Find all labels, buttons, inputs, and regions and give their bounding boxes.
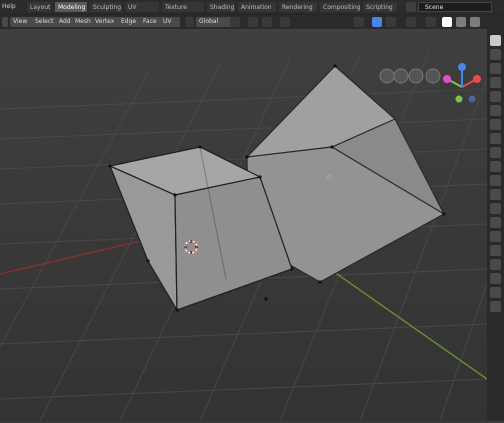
particles-icon[interactable]: [490, 161, 501, 172]
collection-icon[interactable]: [490, 119, 501, 130]
overlay-icon[interactable]: [386, 17, 396, 27]
scene-field[interactable]: Scene: [418, 2, 492, 12]
data-icon[interactable]: [490, 203, 501, 214]
tab-shading[interactable]: Shading: [206, 1, 236, 13]
shading-rendered-icon[interactable]: [470, 17, 480, 27]
pivot-icon[interactable]: [230, 17, 240, 27]
viewport-scene: [0, 29, 504, 422]
shading-solid-icon[interactable]: [442, 17, 452, 27]
constraint-2-icon[interactable]: [490, 273, 501, 284]
properties-sidebar: [487, 29, 504, 421]
shader-icon[interactable]: [490, 245, 501, 256]
tab-texture-paint[interactable]: Texture Paint: [161, 1, 205, 23]
world-icon[interactable]: [490, 105, 501, 116]
uv-menu[interactable]: UV: [160, 17, 180, 27]
material-icon[interactable]: [490, 217, 501, 228]
tab-modeling[interactable]: Modeling: [54, 1, 88, 13]
3d-viewport[interactable]: [0, 29, 504, 422]
viewport-header: View Select Add Mesh Vertex Edge Face UV…: [0, 14, 504, 30]
scene-props-icon[interactable]: [490, 91, 501, 102]
scene-icon[interactable]: [406, 2, 416, 12]
tab-rendering[interactable]: Rendering: [278, 1, 318, 13]
xray-icon[interactable]: [406, 17, 416, 27]
orientation-label: Global: [199, 18, 219, 25]
shading-material-icon[interactable]: [456, 17, 466, 27]
shading-wire-icon[interactable]: [426, 17, 436, 27]
scene-label: Scene: [425, 4, 444, 11]
transform-orientation-icon[interactable]: [186, 17, 194, 27]
modifier-icon[interactable]: [490, 147, 501, 158]
tab-layout[interactable]: Layout: [26, 1, 52, 13]
editor-type-icon[interactable]: [2, 17, 8, 27]
constraints-icon[interactable]: [490, 189, 501, 200]
object-data-icon[interactable]: [490, 259, 501, 270]
tool-icon[interactable]: [490, 35, 501, 46]
physics-icon[interactable]: [490, 175, 501, 186]
tab-compositing[interactable]: Compositing: [319, 1, 361, 13]
render-icon[interactable]: [490, 49, 501, 60]
gizmo-toggle-icon[interactable]: [372, 17, 382, 27]
snap-icon[interactable]: [248, 17, 258, 27]
tab-uv-editing[interactable]: UV Editing: [124, 1, 160, 23]
texture-icon[interactable]: [490, 231, 501, 242]
view-layer-icon[interactable]: [490, 77, 501, 88]
tab-scripting[interactable]: Scripting: [362, 1, 398, 13]
snap-target-icon[interactable]: [262, 17, 272, 27]
output-icon[interactable]: [490, 63, 501, 74]
material-2-icon[interactable]: [490, 287, 501, 298]
visibility-icon[interactable]: [354, 17, 364, 27]
material-3-icon[interactable]: [490, 301, 501, 312]
tab-animation[interactable]: Animation: [237, 1, 277, 13]
help-menu[interactable]: Help: [0, 2, 18, 12]
object-icon[interactable]: [490, 133, 501, 144]
tab-sculpting[interactable]: Sculpting: [89, 1, 123, 13]
orientation-dropdown[interactable]: Global: [196, 17, 232, 27]
top-bar: Help Layout Modeling Sculpting UV Editin…: [0, 0, 504, 23]
proportional-icon[interactable]: [280, 17, 290, 27]
